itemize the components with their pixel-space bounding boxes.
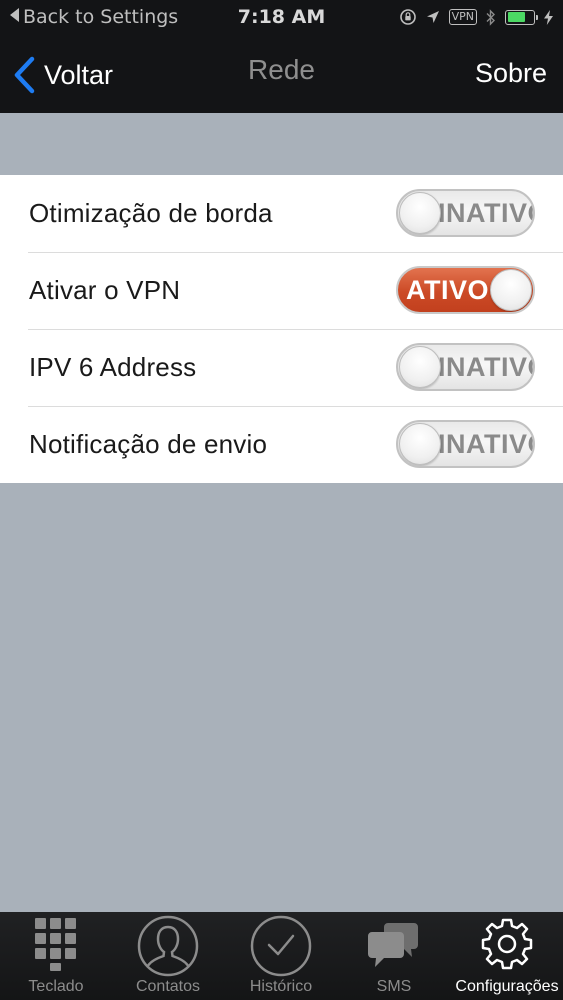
clock-history-icon — [225, 914, 337, 978]
setting-label: IPV 6 Address — [29, 352, 197, 382]
about-button[interactable]: Sobre — [475, 58, 547, 89]
toggle-state-text: INATIVO — [438, 429, 533, 459]
push-notification-toggle[interactable]: INATIVO — [396, 420, 535, 468]
keypad-grid-icon — [0, 914, 112, 972]
tab-sms[interactable]: SMS — [338, 912, 450, 1000]
battery-icon — [505, 9, 538, 25]
setting-row-push-notification: Notificação de envio INATIVO — [0, 406, 563, 483]
setting-row-ipv6: IPV 6 Address INATIVO — [0, 329, 563, 406]
setting-label: Otimização de borda — [29, 198, 273, 228]
location-arrow-icon — [426, 10, 440, 24]
status-indicators: VPN — [399, 8, 553, 26]
status-bar: Back to Settings 7:18 AM VPN — [0, 0, 563, 36]
setting-row-vpn: Ativar o VPN ATIVO — [0, 252, 563, 329]
tab-history[interactable]: Histórico — [225, 912, 337, 1000]
navigation-bar: Voltar Rede Sobre — [0, 36, 563, 113]
vpn-toggle[interactable]: ATIVO — [396, 266, 535, 314]
setting-label: Ativar o VPN — [29, 275, 181, 305]
gear-icon — [451, 914, 563, 974]
tab-contacts[interactable]: Contatos — [112, 912, 224, 1000]
toggle-knob — [490, 269, 532, 311]
toggle-knob — [399, 346, 441, 388]
setting-row-edge-optimization: Otimização de borda INATIVO — [0, 175, 563, 252]
toggle-state-text: INATIVO — [438, 352, 533, 382]
tab-bar: Teclado Contatos Histórico SMS Configura… — [0, 912, 563, 1000]
setting-label: Notificação de envio — [29, 429, 268, 459]
edge-optimization-toggle[interactable]: INATIVO — [396, 189, 535, 237]
bluetooth-icon — [486, 8, 496, 26]
tab-label: Configurações — [455, 978, 559, 995]
rotation-lock-icon — [399, 8, 417, 26]
tab-keypad[interactable]: Teclado — [0, 912, 112, 1000]
ipv6-toggle[interactable]: INATIVO — [396, 343, 535, 391]
toggle-knob — [399, 192, 441, 234]
charging-bolt-icon — [544, 9, 553, 25]
toggle-state-text: INATIVO — [438, 198, 533, 228]
toggle-state-text: ATIVO — [406, 275, 489, 305]
chat-bubbles-icon — [338, 914, 450, 974]
network-settings-list: Otimização de borda INATIVO Ativar o VPN… — [0, 175, 563, 483]
contact-person-icon — [112, 914, 224, 978]
tab-settings[interactable]: Configurações — [451, 912, 563, 1000]
toggle-knob — [399, 423, 441, 465]
vpn-icon: VPN — [448, 9, 477, 25]
